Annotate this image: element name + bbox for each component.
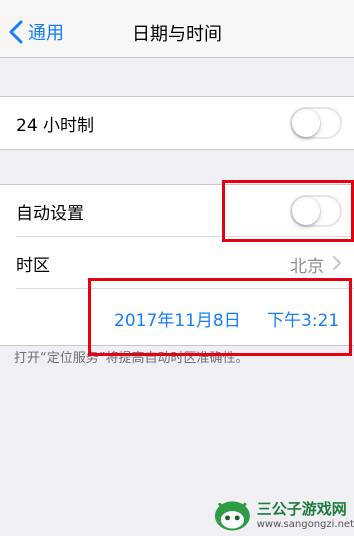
watermark-logo-icon bbox=[214, 501, 250, 531]
status-bar bbox=[0, 0, 354, 8]
navigation-bar: 通用 日期与时间 bbox=[0, 8, 354, 58]
page-title: 日期与时间 bbox=[132, 24, 222, 45]
toggle-knob bbox=[292, 109, 320, 137]
hour24-row: 24 小时制 bbox=[0, 97, 354, 149]
timezone-label: 时区 bbox=[16, 255, 50, 276]
watermark-title: 三公子游戏网 bbox=[256, 500, 347, 518]
watermark-url: www.sangongzi.net bbox=[256, 519, 354, 530]
site-watermark: 三公子游戏网 www.sangongzi.net bbox=[212, 492, 354, 536]
timezone-value: 北京 bbox=[290, 257, 324, 277]
hour24-label: 24 小时制 bbox=[16, 115, 95, 136]
hour24-toggle[interactable] bbox=[290, 107, 342, 139]
date-time-highlight-box bbox=[88, 278, 352, 356]
auto-set-label: 自动设置 bbox=[16, 203, 84, 224]
toggle-highlight-box bbox=[222, 180, 354, 242]
chevron-right-icon bbox=[333, 256, 341, 270]
hour-format-group: 24 小时制 bbox=[0, 96, 354, 150]
